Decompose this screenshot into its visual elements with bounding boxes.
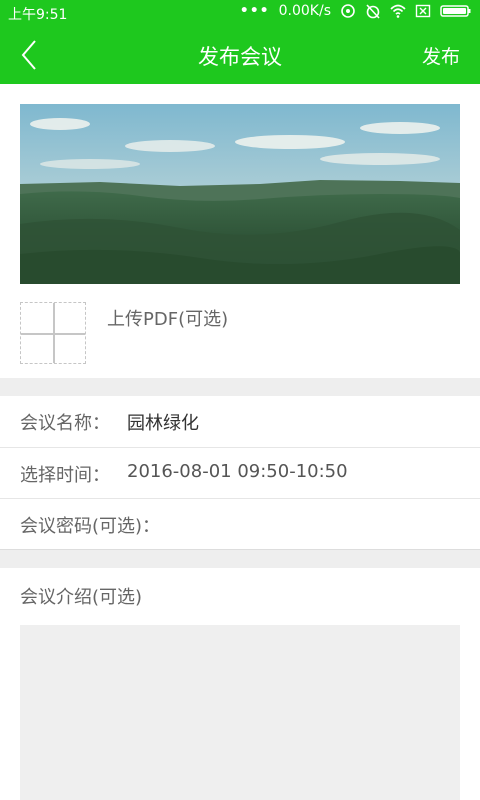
- meeting-time-row[interactable]: 选择时间： 2016-08-01 09:50-10:50: [0, 447, 480, 498]
- cover-image[interactable]: [20, 104, 460, 284]
- meeting-password-row[interactable]: 会议密码(可选)：: [0, 498, 480, 549]
- wifi-icon: [390, 4, 406, 18]
- more-dots-icon: •••: [239, 3, 270, 19]
- section-divider: [0, 378, 480, 396]
- plus-icon-horizontal: [21, 333, 85, 335]
- nav-bar: 发布会议 发布: [0, 26, 480, 84]
- status-time: 上午9:51: [8, 7, 68, 23]
- meeting-name-label: 会议名称：: [20, 413, 110, 434]
- publish-button[interactable]: 发布: [422, 42, 460, 69]
- sync-icon: [341, 4, 355, 18]
- meeting-intro-input[interactable]: [20, 625, 460, 800]
- meeting-time-label: 选择时间：: [20, 465, 110, 486]
- meeting-name-row[interactable]: 会议名称： 园林绿化: [0, 396, 480, 447]
- landscape-photo: [20, 104, 460, 284]
- page-title: 发布会议: [198, 45, 282, 69]
- sim-x-icon: [415, 4, 431, 18]
- upload-pdf-button[interactable]: [20, 302, 86, 364]
- battery-icon: [440, 5, 471, 17]
- status-bar: 上午9:51 ••• 0.00K/s: [0, 0, 480, 26]
- meeting-name-value[interactable]: 园林绿化: [127, 409, 199, 435]
- alarm-off-icon: [366, 4, 380, 19]
- meeting-intro-label: 会议介绍(可选): [20, 587, 143, 608]
- section-divider: [0, 549, 480, 568]
- meeting-password-label: 会议密码(可选)：: [20, 516, 161, 537]
- upload-pdf-label: 上传PDF(可选): [107, 309, 229, 330]
- net-speed: 0.00K/s: [278, 3, 331, 19]
- meeting-time-value[interactable]: 2016-08-01 09:50-10:50: [127, 461, 348, 482]
- status-icons: ••• 0.00K/s: [240, 3, 472, 19]
